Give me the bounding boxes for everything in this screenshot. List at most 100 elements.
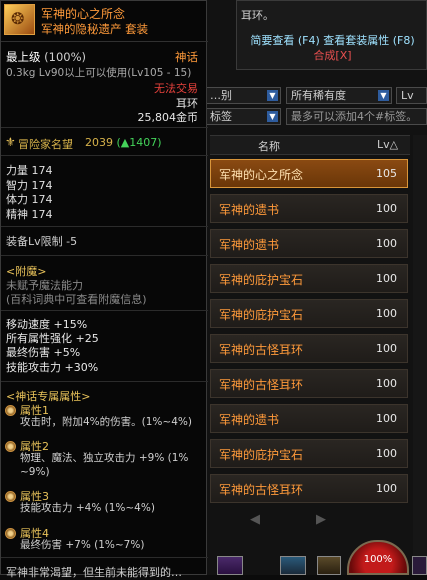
attribute-2-desc-line: 物理、魔法、独立攻击力 +9% (1% (20, 452, 189, 464)
list-item-name: 军神的古怪耳环 (219, 378, 304, 392)
list-item-name: 军神的遗书 (219, 413, 280, 427)
item-icon: ❂ (4, 4, 35, 35)
fame-label: 冒险家名望 (18, 138, 73, 151)
item-grade-label: 最上级 (6, 50, 41, 64)
list-item[interactable]: 军神的庇护宝石 100 (210, 264, 408, 293)
divider (1, 226, 208, 227)
divider (1, 557, 208, 558)
item-title: 军神的心之所念 (41, 7, 126, 21)
list-item-level: 100 (376, 202, 397, 215)
next-page-icon[interactable]: ▶ (316, 512, 326, 527)
column-level-header[interactable]: Lv△ (377, 138, 398, 151)
hint-lines: 简要查看 (F4) 查看套装属性 (F8) 合成[X] (237, 33, 427, 63)
attribute-3-desc: 技能攻击力 +4% (1%~4%) (20, 502, 155, 514)
list-item[interactable]: 军神的遗书 100 (210, 229, 408, 258)
filter-level-label: Lv (401, 89, 414, 102)
attribute-2-desc-line: ~9%) (20, 465, 50, 478)
stat-list: 力量 174 智力 174 体力 174 精神 174 (6, 164, 53, 222)
skill-slot-icon[interactable] (412, 556, 427, 575)
tag-input-hint: 最多可以添加4个#标签。 (291, 110, 418, 123)
list-item-name: 军神的庇护宝石 (219, 308, 304, 322)
divider (1, 41, 208, 42)
fame-increase: (▲1407) (116, 136, 162, 149)
bonus-line: 移动速度 +15% (6, 318, 88, 331)
list-item[interactable]: 军神的古怪耳环 100 (210, 474, 408, 503)
list-item-level: 100 (376, 342, 397, 355)
list-item[interactable]: 军神的遗书 100 (210, 404, 408, 433)
list-item[interactable]: 军神的庇护宝石 100 (210, 439, 408, 468)
side-scroll-area[interactable] (413, 135, 427, 575)
list-header: 名称 Lv△ (210, 135, 410, 155)
filter-type-value: …别 (210, 89, 232, 102)
list-item[interactable]: 军神的遗书 100 (210, 194, 408, 223)
attribute-icon (5, 405, 16, 416)
equip-level-limit: 装备Lv限制 -5 (6, 235, 78, 248)
item-grade: 最上级 (100%) (6, 49, 86, 65)
bonus-line: 技能攻击力 +30% (6, 360, 99, 374)
pagination: ◀ ▶ (250, 512, 340, 530)
filter-level-input[interactable]: Lv (396, 87, 427, 104)
list-item-name: 军神的古怪耳环 (219, 343, 304, 357)
attribute-1-desc: 攻击时，附加4%的伤害。(1%~4%) (20, 416, 192, 428)
list-item-name: 军神的古怪耳环 (219, 483, 304, 497)
tag-input[interactable]: 最多可以添加4个#标签。 (286, 108, 427, 125)
stat-line: 体力 174 (6, 193, 53, 206)
attribute-icon (5, 528, 16, 539)
list-item[interactable]: 军神的古怪耳环 100 (210, 369, 408, 398)
chevron-down-icon: ▼ (378, 90, 389, 101)
enchant-hint: (百科词典中可查看附魔信息) (6, 293, 147, 306)
list-item-level: 100 (376, 412, 397, 425)
item-tooltip: ❂ 军神的心之所念 军神的隐秘遗产 套装 最上级 (100%) 神话 0.3kg… (0, 0, 208, 579)
tag-filter-value: 标签 (210, 110, 232, 123)
list-item-name: 军神的庇护宝石 (219, 448, 304, 462)
fame-value: 2039 (▲1407) (85, 136, 162, 149)
list-item-name: 军神的遗书 (219, 203, 280, 217)
divider (1, 381, 208, 382)
stat-line: 智力 174 (6, 178, 53, 192)
hint-tooltip: 耳环。 简要查看 (F4) 查看套装属性 (F8) 合成[X] (236, 0, 427, 70)
list-item-name: 军神的心之所念 (219, 168, 304, 182)
divider (1, 155, 208, 156)
list-item[interactable]: 军神的庇护宝石 100 (210, 299, 408, 328)
bonus-line: 所有属性强化 +25 (6, 332, 99, 346)
list-item-name: 军神的庇护宝石 (219, 273, 304, 287)
earring-icon: ❂ (11, 9, 25, 28)
attribute-2-desc: 物理、魔法、独立攻击力 +9% (1% ~9%) (20, 452, 188, 479)
stat-line: 力量 174 (6, 164, 53, 177)
fame-number: 2039 (85, 136, 113, 149)
divider (1, 255, 208, 256)
chevron-down-icon: ▼ (267, 90, 278, 101)
hint-line-combine: 合成[X] (313, 49, 352, 62)
skill-slot-icon[interactable] (317, 556, 341, 575)
list-item[interactable]: 军神的古怪耳环 100 (210, 334, 408, 363)
list-item[interactable]: 军神的心之所念 105 (210, 159, 408, 188)
list-item-level: 100 (376, 272, 397, 285)
attribute-icon (5, 491, 16, 502)
skill-slot-icon[interactable] (217, 556, 243, 575)
prev-page-icon[interactable]: ◀ (250, 512, 260, 527)
filter-type-select[interactable]: …别 ▼ (205, 87, 281, 104)
divider (1, 310, 208, 311)
item-flavor-text: 军神非常渴望，但生前未能得到的… (6, 566, 182, 579)
list-item-level: 100 (376, 447, 397, 460)
attribute-4-desc: 最终伤害 +7% (1%~7%) (20, 539, 145, 551)
list-item-level: 100 (376, 377, 397, 390)
item-rarity: 神话 (175, 50, 198, 64)
tag-filter-select[interactable]: 标签 ▼ (205, 108, 281, 125)
skill-slot-icon[interactable] (280, 556, 306, 575)
list-item-level: 105 (376, 167, 397, 180)
item-price: 25,804金币 (137, 111, 199, 124)
list-item-level: 100 (376, 307, 397, 320)
item-set-name: 军神的隐秘遗产 套装 (41, 22, 149, 36)
stat-line: 精神 174 (6, 207, 53, 221)
column-name-header[interactable]: 名称 (258, 138, 280, 154)
filter-rarity-select[interactable]: 所有稀有度 ▼ (286, 87, 392, 104)
list-item-level: 100 (376, 482, 397, 495)
hint-line-view: 简要查看 (F4) 查看套装属性 (F8) (250, 34, 415, 47)
list-item-level: 100 (376, 237, 397, 250)
item-grade-percent: (100%) (44, 50, 87, 64)
list-item-name: 军神的遗书 (219, 238, 280, 252)
hp-orb-value: 100% (363, 554, 393, 565)
divider (1, 127, 208, 128)
attribute-icon (5, 441, 16, 452)
